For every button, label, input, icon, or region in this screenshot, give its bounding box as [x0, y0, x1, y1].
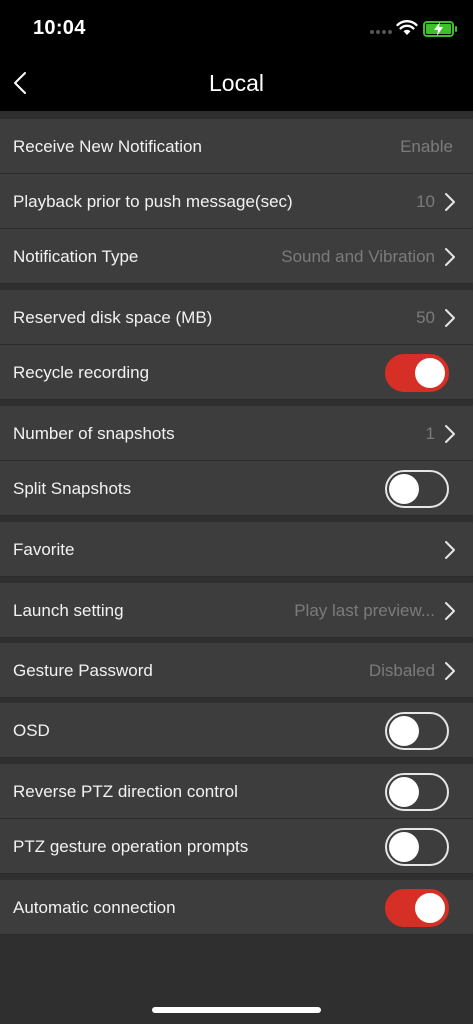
home-indicator[interactable] [152, 1007, 321, 1013]
row-label: PTZ gesture operation prompts [13, 837, 249, 856]
reverse-ptz-toggle[interactable] [385, 773, 449, 811]
row-playback-prior[interactable]: Playback prior to push message(sec) 10 [0, 174, 473, 229]
row-reserved-disk-space[interactable]: Reserved disk space (MB) 50 [0, 290, 473, 345]
row-label: Favorite [13, 540, 75, 559]
row-reverse-ptz: Reverse PTZ direction control [0, 764, 473, 819]
split-snapshots-toggle[interactable] [385, 470, 449, 508]
row-label: Automatic connection [13, 898, 176, 917]
row-notification-type[interactable]: Notification Type Sound and Vibration [0, 229, 473, 284]
status-time: 10:04 [33, 17, 86, 39]
row-label: Launch setting [13, 601, 124, 620]
row-label: OSD [13, 721, 50, 740]
row-label: Split Snapshots [13, 479, 132, 498]
row-value: Enable [400, 137, 453, 156]
toggle-knob [389, 474, 419, 504]
toggle-knob [415, 893, 445, 923]
osd-toggle[interactable] [385, 712, 449, 750]
row-label: Receive New Notification [13, 137, 202, 156]
row-favorite[interactable]: Favorite [0, 522, 473, 577]
toggle-knob [389, 777, 419, 807]
row-gesture-password[interactable]: Gesture Password Disbaled [0, 643, 473, 698]
row-label: Reverse PTZ direction control [13, 782, 238, 801]
toggle-knob [389, 832, 419, 862]
settings-list: Receive New Notification Enable Playback… [0, 111, 473, 1024]
page-title: Local [209, 70, 264, 96]
row-value: 50 [416, 308, 435, 327]
row-value: Play last preview... [294, 601, 435, 620]
row-value: Sound and Vibration [281, 247, 435, 266]
chevron-right-icon [445, 248, 455, 266]
recycle-recording-toggle[interactable] [385, 354, 449, 392]
row-osd: OSD [0, 703, 473, 758]
row-ptz-gesture-prompts: PTZ gesture operation prompts [0, 819, 473, 874]
automatic-connection-toggle[interactable] [385, 889, 449, 927]
row-launch-setting[interactable]: Launch setting Play last preview... [0, 583, 473, 638]
row-label: Reserved disk space (MB) [13, 308, 213, 327]
chevron-right-icon [445, 309, 455, 327]
row-label: Gesture Password [13, 661, 153, 680]
battery-charging-icon [423, 21, 457, 37]
chevron-right-icon [445, 193, 455, 211]
status-bar: 10:04 [0, 0, 473, 56]
row-recycle-recording: Recycle recording [0, 345, 473, 400]
row-value: 1 [425, 424, 435, 443]
cellular-signal-icon [370, 30, 392, 34]
row-label: Number of snapshots [13, 424, 175, 443]
ptz-gesture-prompts-toggle[interactable] [385, 828, 449, 866]
chevron-right-icon [445, 662, 455, 680]
row-value: 10 [416, 192, 435, 211]
chevron-right-icon [445, 541, 455, 559]
chevron-right-icon [445, 602, 455, 620]
row-automatic-connection: Automatic connection [0, 880, 473, 935]
row-receive-new-notification[interactable]: Receive New Notification Enable [0, 119, 473, 174]
toggle-knob [389, 716, 419, 746]
wifi-icon [396, 20, 418, 35]
row-label: Playback prior to push message(sec) [13, 192, 293, 211]
toggle-knob [415, 358, 445, 388]
chevron-right-icon [445, 425, 455, 443]
row-split-snapshots: Split Snapshots [0, 461, 473, 516]
row-label: Recycle recording [13, 363, 150, 382]
row-number-of-snapshots[interactable]: Number of snapshots 1 [0, 406, 473, 461]
nav-bar: Local [0, 56, 473, 111]
row-value: Disbaled [368, 661, 435, 680]
row-label: Notification Type [13, 247, 139, 266]
